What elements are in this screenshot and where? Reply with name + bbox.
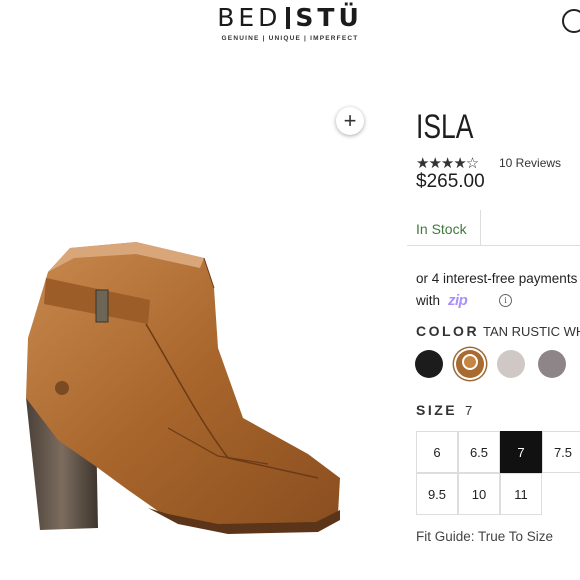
zip-logo[interactable]: zip bbox=[448, 292, 468, 309]
size-value: 7 bbox=[465, 403, 473, 418]
product-title: ISLA bbox=[416, 108, 474, 146]
color-label: COLOR bbox=[416, 323, 480, 339]
fit-guide[interactable]: Fit Guide: True To Size bbox=[416, 529, 553, 544]
size-label: SIZE bbox=[416, 402, 458, 418]
brand-logo[interactable]: BED STÜ GENUINE | UNIQUE | IMPERFECT bbox=[200, 4, 380, 43]
with-text: with bbox=[416, 293, 441, 308]
info-icon[interactable]: i bbox=[499, 294, 512, 307]
zoom-plus-icon[interactable]: + bbox=[336, 107, 364, 135]
size-option[interactable]: 7.5 bbox=[542, 431, 580, 473]
installments-text: or 4 interest-free payments bbox=[416, 271, 578, 286]
rating-stars[interactable]: ★★★★☆ bbox=[416, 154, 479, 172]
swatch-taupe[interactable] bbox=[538, 350, 566, 378]
stock-status: In Stock bbox=[416, 221, 467, 237]
color-value: TAN RUSTIC WH bbox=[483, 324, 580, 339]
product-price: $265.00 bbox=[416, 171, 485, 192]
brand-divider bbox=[286, 7, 291, 29]
size-option[interactable]: 9.5 bbox=[416, 473, 458, 515]
size-option[interactable]: 11 bbox=[500, 473, 542, 515]
brand-left: BED bbox=[217, 3, 282, 32]
size-option[interactable]: 10 bbox=[458, 473, 500, 515]
zip-logo-text: zip bbox=[448, 292, 468, 309]
swatch-tan-selected[interactable] bbox=[456, 350, 484, 378]
header-circle-icon[interactable] bbox=[562, 9, 580, 33]
swatch-black[interactable] bbox=[415, 350, 443, 378]
size-option-selected[interactable]: 7 bbox=[500, 431, 542, 473]
size-option[interactable]: 6.5 bbox=[458, 431, 500, 473]
selected-check-icon bbox=[462, 354, 478, 370]
reviews-link[interactable]: 10 Reviews bbox=[499, 156, 561, 170]
product-image bbox=[26, 242, 340, 534]
swatch-grey[interactable] bbox=[497, 350, 525, 378]
brand-right: STÜ bbox=[295, 3, 363, 32]
brand-wordmark: BED STÜ bbox=[200, 4, 380, 32]
divider bbox=[481, 245, 580, 246]
brand-tagline: GENUINE | UNIQUE | IMPERFECT bbox=[221, 35, 359, 42]
size-option[interactable]: 6 bbox=[416, 431, 458, 473]
